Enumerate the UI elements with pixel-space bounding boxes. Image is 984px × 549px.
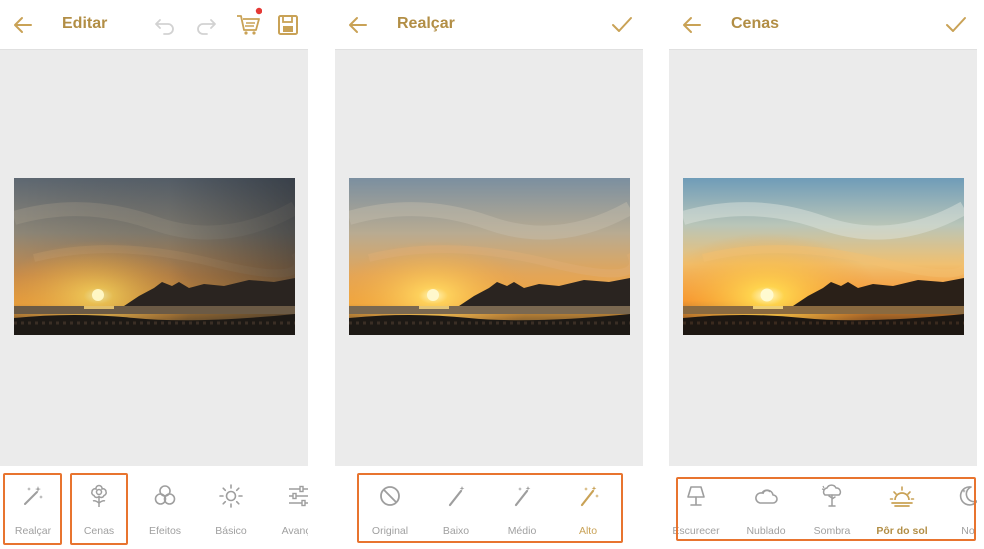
tool-avancado[interactable]: Avança <box>270 466 308 549</box>
highlight-box-scene-options <box>676 477 976 541</box>
page-title: Cenas <box>731 15 780 32</box>
tool-label: Efeitos <box>148 525 182 537</box>
arrow-left-icon[interactable] <box>345 12 371 38</box>
arrow-left-icon[interactable] <box>10 12 36 38</box>
redo-icon[interactable] <box>194 12 218 38</box>
arrow-left-icon[interactable] <box>679 12 705 38</box>
highlight-box-realcar <box>3 473 62 545</box>
editor-screen-realcar: Realçar Original Baixo Médio Alto <box>335 0 643 549</box>
photo-preview <box>683 178 964 335</box>
editor-screen-editar: Editar Realçar Cenas Efeitos Básico Avan… <box>0 0 308 549</box>
app-bar: Cenas <box>669 0 977 50</box>
sun-icon <box>219 484 243 508</box>
tool-label: Básico <box>215 525 247 537</box>
photo-preview <box>349 178 630 335</box>
app-bar: Realçar <box>335 0 643 50</box>
circles-icon <box>154 485 176 505</box>
cart-icon[interactable] <box>234 6 262 36</box>
highlight-box-realcar-options <box>357 473 623 543</box>
page-title: Editar <box>62 15 108 32</box>
page-title: Realçar <box>397 15 455 32</box>
app-bar: Editar <box>0 0 308 50</box>
notification-dot <box>255 7 262 15</box>
tool-efeitos[interactable]: Efeitos <box>136 466 194 549</box>
sunset-photo <box>349 178 630 335</box>
sunset-photo <box>14 178 295 335</box>
tool-basico[interactable]: Básico <box>202 466 260 549</box>
editor-screen-cenas: Cenas Escurecer Nublado Sombra Pôr do so… <box>669 0 977 549</box>
check-icon[interactable] <box>609 12 635 38</box>
check-icon[interactable] <box>943 12 969 38</box>
tool-label: Avança <box>281 525 308 537</box>
highlight-box-cenas <box>70 473 128 545</box>
save-icon[interactable] <box>277 12 299 38</box>
undo-icon[interactable] <box>153 12 177 38</box>
sliders-icon <box>289 485 308 507</box>
photo-preview <box>14 178 295 335</box>
sunset-photo <box>683 178 964 335</box>
